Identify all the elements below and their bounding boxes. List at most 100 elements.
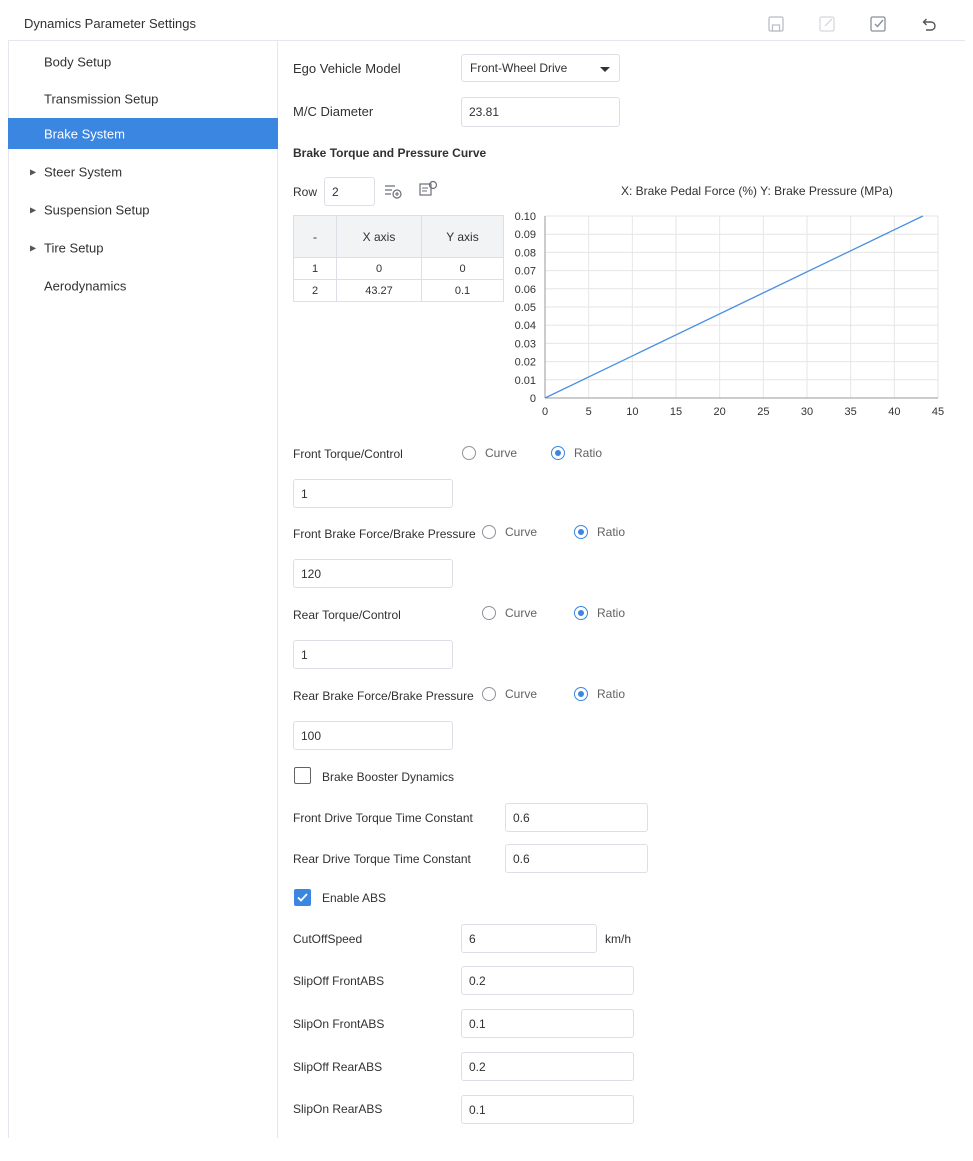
header-bar: Dynamics Parameter Settings <box>8 0 965 41</box>
radio-circle <box>482 687 496 701</box>
dropdown-arrow-icon <box>600 67 610 72</box>
table-header-cell: Y axis <box>421 215 504 258</box>
x-tick-label: 35 <box>845 406 857 418</box>
table-header-cell: X axis <box>336 215 422 258</box>
edit-icon[interactable] <box>817 14 837 34</box>
table-cell[interactable]: 0.1 <box>421 279 504 302</box>
curve-data-table: - X axis Y axis 1 0 0 2 43.27 0.1 <box>293 215 504 302</box>
radio-label: Curve <box>505 606 538 620</box>
row-label: Row <box>293 185 318 199</box>
add-row-icon[interactable] <box>383 181 403 201</box>
save-icon[interactable] <box>766 14 786 34</box>
slipoff-rear-input[interactable]: 0.2 <box>461 1052 634 1081</box>
slipon-front-input[interactable]: 0.1 <box>461 1009 634 1038</box>
radio-label: Curve <box>505 525 538 539</box>
rear-torque-input[interactable]: 1 <box>293 640 453 669</box>
y-tick-label: 0.09 <box>515 229 536 241</box>
caret-right-icon[interactable]: ▶ <box>30 205 36 214</box>
slipon-front-label: SlipOn FrontABS <box>293 1017 385 1031</box>
rear-brake-force-ratio-radio[interactable]: Ratio <box>574 686 644 702</box>
ego-model-select[interactable]: Front-Wheel Drive <box>461 54 620 82</box>
rear-torque-curve-radio[interactable]: Curve <box>482 605 552 621</box>
front-brake-force-input[interactable]: 120 <box>293 559 453 588</box>
sidebar-item-steer-system[interactable]: ▶ Steer System <box>8 156 278 187</box>
slipoff-front-label: SlipOff FrontABS <box>293 974 385 988</box>
cutoff-speed-label: CutOffSpeed <box>293 932 363 946</box>
brake-curve-chart: 0 5 10 15 20 25 30 35 40 45 0 0.01 0.02 0.03 0.04 0.05 0… <box>500 205 955 430</box>
y-tick-label: 0.05 <box>515 302 536 314</box>
radio-label: Ratio <box>597 525 626 539</box>
sidebar-item-transmission-setup[interactable]: Transmission Setup <box>8 83 278 114</box>
caret-right-icon[interactable]: ▶ <box>30 167 36 176</box>
rear-brake-force-label: Rear Brake Force/Brake Pressure <box>293 689 474 703</box>
table-cell: 2 <box>293 279 337 302</box>
x-tick-label: 25 <box>757 406 769 418</box>
x-tick-label: 40 <box>888 406 900 418</box>
y-tick-label: 0.10 <box>515 211 536 223</box>
front-torque-ratio-radio[interactable]: Ratio <box>551 445 621 461</box>
front-drive-tc-label: Front Drive Torque Time Constant <box>293 811 473 825</box>
table-header-row: - X axis Y axis <box>293 215 504 258</box>
front-torque-curve-radio[interactable]: Curve <box>462 445 532 461</box>
curve-section-title: Brake Torque and Pressure Curve <box>293 146 487 160</box>
mc-diameter-input[interactable]: 23.81 <box>461 97 620 127</box>
y-tick-label: 0.08 <box>515 247 536 259</box>
x-tick-label: 0 <box>542 406 548 418</box>
rear-drive-tc-label: Rear Drive Torque Time Constant <box>293 852 471 866</box>
undo-icon[interactable] <box>918 14 938 34</box>
table-cell[interactable]: 43.27 <box>336 279 422 302</box>
table-cell[interactable]: 0 <box>336 257 422 280</box>
brake-booster-checkbox[interactable] <box>294 767 311 784</box>
sidebar-item-suspension-setup[interactable]: ▶ Suspension Setup <box>8 194 278 225</box>
ego-model-value: Front-Wheel Drive <box>470 61 568 75</box>
sidebar-item-aerodynamics[interactable]: Aerodynamics <box>8 270 278 301</box>
slipon-rear-input[interactable]: 0.1 <box>461 1095 634 1124</box>
sidebar-item-tire-setup[interactable]: ▶ Tire Setup <box>8 232 278 263</box>
x-tick-label: 5 <box>586 406 592 418</box>
caret-right-icon[interactable]: ▶ <box>30 243 36 252</box>
radio-circle <box>482 525 496 539</box>
sidebar-item-label: Suspension Setup <box>44 202 150 217</box>
sidebar-item-label: Aerodynamics <box>44 278 127 293</box>
cutoff-speed-input[interactable]: 6 <box>461 924 597 953</box>
enable-abs-checkbox[interactable] <box>294 889 311 906</box>
enable-abs-label: Enable ABS <box>322 891 387 905</box>
sidebar-item-label: Transmission Setup <box>44 91 159 106</box>
x-tick-label: 30 <box>801 406 813 418</box>
front-brake-force-ratio-radio[interactable]: Ratio <box>574 524 644 540</box>
radio-label: Ratio <box>574 446 603 460</box>
brake-booster-label: Brake Booster Dynamics <box>322 770 455 784</box>
radio-circle <box>574 687 588 701</box>
slipoff-rear-label: SlipOff RearABS <box>293 1060 383 1074</box>
radio-label: Ratio <box>597 606 626 620</box>
rear-torque-ratio-radio[interactable]: Ratio <box>574 605 644 621</box>
row-count-input[interactable]: 2 <box>324 177 375 206</box>
page-title: Dynamics Parameter Settings <box>24 16 196 31</box>
confirm-icon[interactable] <box>868 14 888 34</box>
front-brake-force-label: Front Brake Force/Brake Pressure <box>293 527 476 541</box>
rear-torque-label: Rear Torque/Control <box>293 608 401 622</box>
table-cell[interactable]: 0 <box>421 257 504 280</box>
import-data-icon[interactable] <box>418 179 438 199</box>
radio-circle <box>551 446 565 460</box>
slipoff-front-input[interactable]: 0.2 <box>461 966 634 995</box>
front-drive-tc-input[interactable]: 0.6 <box>505 803 648 832</box>
front-brake-force-curve-radio[interactable]: Curve <box>482 524 552 540</box>
front-torque-input[interactable]: 1 <box>293 479 453 508</box>
radio-label: Curve <box>505 687 538 701</box>
radio-label: Curve <box>485 446 518 460</box>
rear-brake-force-curve-radio[interactable]: Curve <box>482 686 552 702</box>
rear-drive-tc-input[interactable]: 0.6 <box>505 844 648 873</box>
rear-brake-force-input[interactable]: 100 <box>293 721 453 750</box>
radio-circle <box>574 525 588 539</box>
y-tick-label: 0 <box>530 393 536 405</box>
y-tick-label: 0.06 <box>515 284 536 296</box>
y-tick-label: 0.03 <box>515 338 536 350</box>
table-row: 2 43.27 0.1 <box>293 279 504 302</box>
sidebar-item-brake-system[interactable]: Brake System <box>8 118 278 149</box>
sidebar-item-label: Tire Setup <box>44 240 104 255</box>
x-tick-label: 15 <box>670 406 682 418</box>
x-tick-label: 45 <box>932 406 944 418</box>
y-tick-label: 0.01 <box>515 375 536 387</box>
sidebar-item-body-setup[interactable]: Body Setup <box>8 46 278 77</box>
